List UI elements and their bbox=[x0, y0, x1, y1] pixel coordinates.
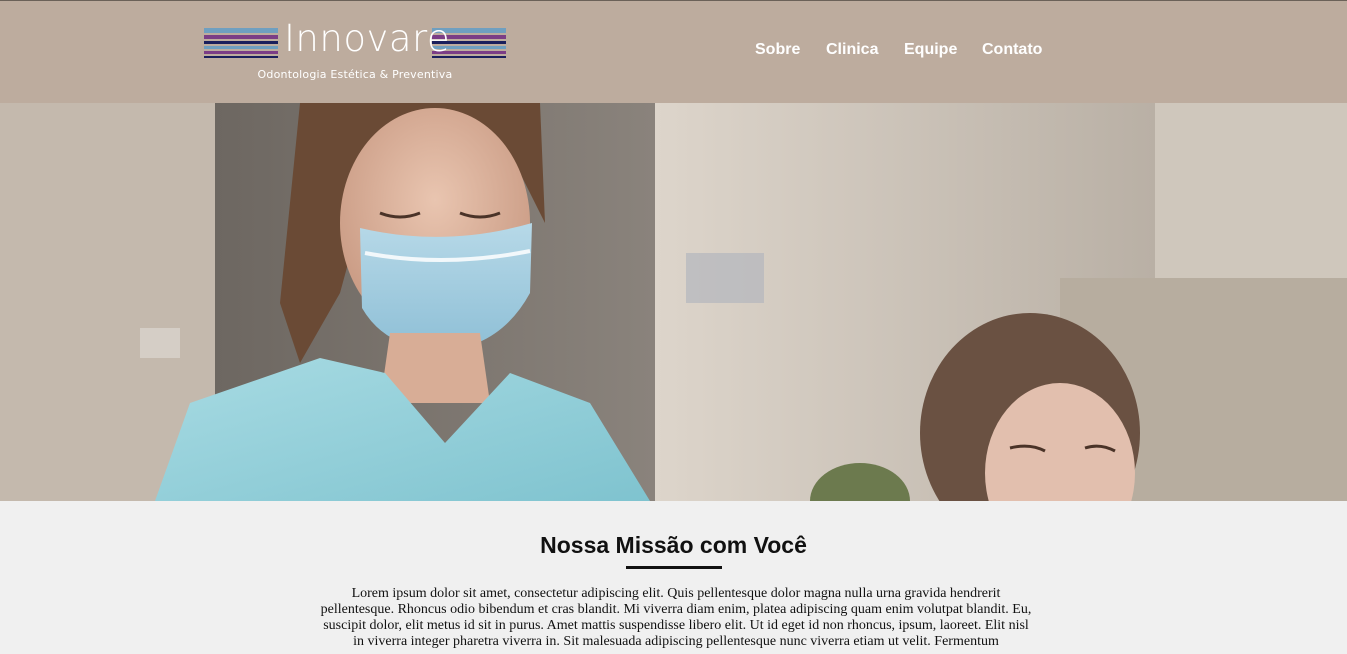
mission-section: Nossa Missão com Você Lorem ipsum dolor … bbox=[0, 501, 1347, 654]
nav-contato[interactable]: Contato bbox=[982, 39, 1042, 61]
nav-equipe[interactable]: Equipe bbox=[904, 39, 957, 61]
innovare-logo[interactable]: Innovare Odontologia Estética & Preventi… bbox=[204, 17, 506, 85]
mission-text: Lorem ipsum dolor sit amet, consectetur … bbox=[320, 586, 1032, 649]
nav-clinica[interactable]: Clinica bbox=[826, 39, 878, 61]
logo-tagline: Odontologia Estética & Preventiva bbox=[257, 68, 453, 81]
title-underline bbox=[626, 566, 722, 569]
mission-title: Nossa Missão com Você bbox=[540, 532, 807, 558]
hero-photo bbox=[0, 103, 1347, 501]
logo-wordmark: Innovare bbox=[284, 17, 451, 60]
site-header: Innovare Odontologia Estética & Preventi… bbox=[0, 0, 1347, 103]
nav-sobre[interactable]: Sobre bbox=[755, 39, 800, 61]
hero-banner bbox=[0, 103, 1347, 501]
